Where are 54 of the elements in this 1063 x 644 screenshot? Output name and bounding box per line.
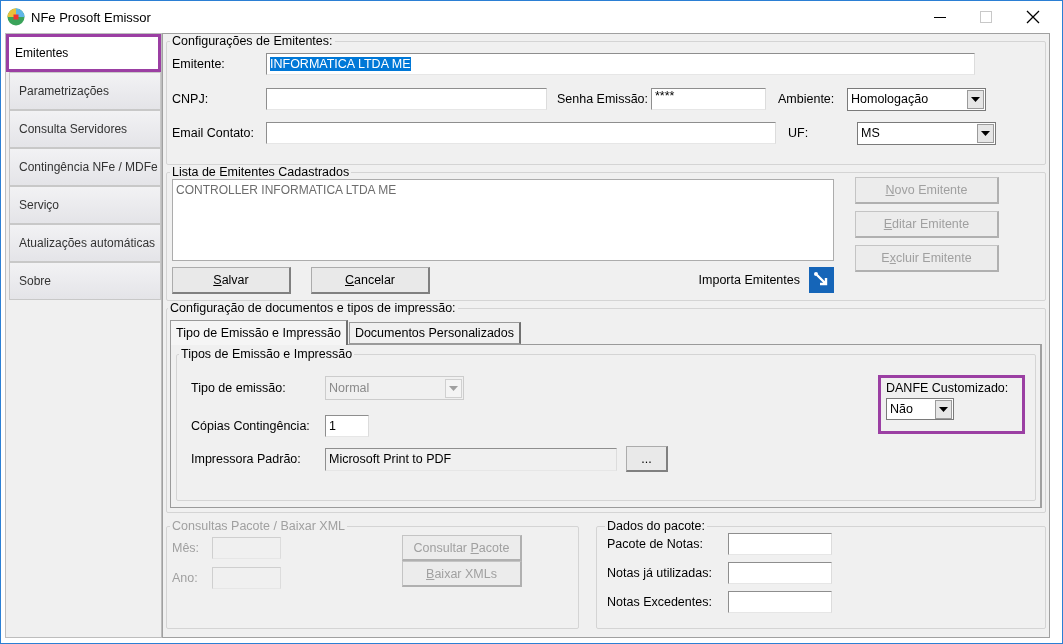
sidebar-item[interactable]: Atualizações automáticas [9, 224, 161, 262]
field-label: Cópias Contingência: [191, 419, 311, 433]
field-label: Senha Emissão: [556, 92, 650, 106]
field-label: Email Contato: [172, 126, 255, 140]
sidebar-item[interactable]: Consulta Servidores [9, 110, 161, 148]
group-title: Configuração de documentos e tipos de impressão: [169, 301, 457, 315]
environment-dropdown[interactable]: Homologação [847, 87, 986, 111]
sidebar-item[interactable]: Emitentes [6, 34, 161, 72]
danfe-dropdown[interactable]: Não [886, 398, 954, 420]
field-label: UF: [787, 126, 810, 140]
sidebar-item[interactable]: Contingência NFe / MDFe [9, 148, 161, 186]
field-label: DANFE Customizado: [886, 381, 1010, 395]
input-field[interactable] [212, 537, 281, 559]
copies-field[interactable]: 1 [325, 415, 369, 437]
close-icon[interactable] [1026, 10, 1040, 24]
field-label: Mês: [172, 541, 201, 555]
field-label: Impressora Padrão: [191, 452, 302, 466]
save-button[interactable]: Salvar [172, 266, 291, 294]
import-label: Importa Emitentes [698, 273, 800, 287]
group-title: Configurações de Emitentes: [171, 34, 334, 48]
import-icon[interactable] [809, 267, 834, 293]
state-dropdown[interactable]: MS [857, 121, 996, 145]
tab[interactable]: Tipo de Emissão e Impressão [170, 320, 348, 345]
printer-field[interactable]: Microsoft Print to PDF [325, 447, 617, 471]
field-label: Tipo de emissão: [191, 381, 287, 395]
field-label: Ambiente: [777, 92, 836, 106]
list-item[interactable]: CONTROLLER INFORMATICA LTDA ME [176, 183, 830, 197]
emitente-field[interactable]: INFORMATICA LTDA ME [266, 53, 975, 75]
input-field[interactable] [728, 562, 832, 584]
field-label: Pacote de Notas: [607, 537, 704, 551]
sidebar-item[interactable]: Sobre [9, 262, 161, 300]
cancel-button[interactable]: Cancelar [311, 266, 430, 294]
email-field[interactable] [266, 122, 776, 144]
group-title: Consultas Pacote / Baixar XML [171, 519, 346, 533]
window-title: NFe Prosoft Emissor [31, 9, 152, 25]
input-field[interactable] [212, 567, 281, 589]
field-label: Notas já utilizadas: [607, 566, 713, 580]
input-field[interactable] [728, 591, 832, 613]
globe-logo-icon [7, 8, 25, 26]
group-title: Lista de Emitentes Cadastrados [171, 165, 351, 179]
browse-button[interactable]: ... [626, 446, 668, 472]
maximize-icon[interactable] [980, 11, 992, 23]
field-label: Ano: [172, 571, 199, 585]
field-label: CNPJ: [172, 92, 210, 106]
group-title: Tipos de Emissão e Impressão [180, 347, 354, 361]
tab[interactable]: Documentos Personalizados [348, 322, 521, 344]
password-field[interactable]: **** [651, 88, 766, 110]
sidebar-item[interactable]: Parametrizações [9, 72, 161, 110]
group-title: Dados do pacote: [606, 519, 706, 533]
field-label: Emitente: [172, 57, 226, 71]
input-field[interactable] [728, 533, 832, 555]
cnpj-field[interactable] [266, 88, 547, 110]
field-label: Notas Excedentes: [607, 595, 713, 609]
sidebar-item[interactable]: Serviço [9, 186, 161, 224]
